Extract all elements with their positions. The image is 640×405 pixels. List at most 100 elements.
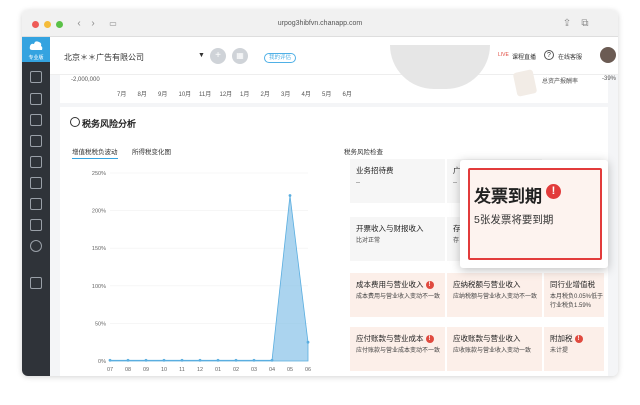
minimize-window-button[interactable] [44, 21, 51, 28]
tab-income-tax[interactable]: 所得税变化图 [132, 146, 171, 156]
x-tick-label: 09 [143, 367, 149, 373]
warning-icon: ! [425, 335, 434, 343]
data-point [126, 358, 130, 362]
tab-vat-fluctuation[interactable]: 增值税税负波动 [72, 146, 118, 159]
y-tick-label: 50% [95, 321, 106, 327]
top-bar: 北京＊＊广告有限公司 ▼ + ▦ 我的评估 LIVE 课程直播 ? 在线客服 张… [50, 37, 618, 75]
donut-chart-fragment [390, 45, 490, 89]
browser-window: ‹ › ▭ urpog3hibfvn.chanapp.com ⇪ ⧉ 专业版 北… [22, 10, 618, 376]
top-chart-month-label: 11月 [199, 92, 212, 98]
add-icon[interactable]: + [210, 48, 226, 64]
risk-tile-desc: 存 [453, 238, 460, 244]
forward-icon[interactable]: › [86, 18, 100, 30]
sidebar-calendar-icon[interactable] [30, 177, 42, 189]
back-icon[interactable]: ‹ [72, 18, 86, 30]
risk-tile-title: 开票收入与财报收入 [356, 223, 424, 234]
data-point [234, 358, 238, 362]
warning-icon: ! [425, 281, 434, 289]
risk-tile-title-text: 附加税 [550, 334, 573, 343]
top-chart-y-label: -2,000,000 [71, 77, 100, 83]
risk-tile[interactable]: 附加税! 未计提 [544, 327, 604, 371]
risk-tile[interactable]: 成本费用与营业收入! 成本费用与营业收入变动不一致 [350, 273, 445, 317]
area-series [109, 195, 309, 362]
risk-tile-title-text: 应收账款与营业收入 [453, 334, 521, 343]
clock-icon [70, 117, 80, 127]
top-chart-month-label: 4月 [301, 92, 311, 98]
sidebar-toggle-icon[interactable]: ▭ [106, 18, 120, 30]
risk-tile-title: 应纳税额与营业收入 [453, 279, 521, 290]
data-point [270, 358, 274, 362]
risk-tile-desc: 应付账款与营业成本变动不一致 [356, 348, 441, 354]
x-tick-label: 02 [233, 367, 239, 373]
share-icon[interactable]: ⇪ [560, 18, 574, 30]
data-point [162, 358, 166, 362]
y-tick-label: 0% [98, 359, 106, 365]
right-metric-label: 总资产报酬率 [542, 79, 579, 85]
risk-tile-title: 附加税! [550, 333, 583, 344]
invoice-expiry-popup[interactable]: 发票到期 ! 5张发票将要到期 [460, 160, 608, 268]
live-course-link[interactable]: 课程直播 [512, 52, 536, 61]
sidebar-upload-icon[interactable] [30, 93, 42, 105]
risk-tile-title-text: 开票收入与财报收入 [356, 224, 424, 233]
sidebar-doc-icon[interactable] [30, 71, 42, 83]
tabs-icon[interactable]: ⧉ [578, 18, 592, 30]
warning-icon: ! [546, 184, 561, 199]
live-icon: LIVE [498, 52, 509, 58]
address-bar[interactable]: urpog3hibfvn.chanapp.com [266, 17, 374, 30]
avatar[interactable] [600, 47, 616, 63]
risk-tile[interactable]: 应纳税额与营业收入应纳税额与营业收入变动不一致 [447, 273, 542, 317]
online-service-link[interactable]: 在线客服 [558, 52, 582, 61]
data-point [306, 340, 310, 344]
risk-tile-title-text: 同行业增值税 [550, 280, 595, 289]
risk-tile[interactable]: 业务招待费 -- [350, 159, 445, 203]
help-icon[interactable]: ? [544, 50, 554, 60]
data-point [216, 358, 220, 362]
risk-tile-desc: 应纳税额与营业收入变动不一致 [453, 294, 538, 300]
browser-titlebar: ‹ › ▭ urpog3hibfvn.chanapp.com ⇪ ⧉ [22, 10, 618, 37]
company-selector[interactable]: 北京＊＊广告有限公司 [64, 52, 144, 63]
sidebar-chart-icon[interactable] [30, 114, 42, 126]
top-chart-month-label: 2月 [260, 92, 270, 98]
risk-tile-title-text: 成本费用与营业收入 [356, 280, 424, 289]
app-logo[interactable]: 专业版 [22, 37, 50, 62]
top-chart-month-label: 6月 [342, 92, 352, 98]
sidebar-image-icon[interactable] [30, 219, 42, 231]
risk-tile-desc: 未计提 [550, 348, 569, 354]
risk-tile-desc: 本月税负0.05%低于行业税负1.59% [550, 294, 604, 309]
top-chart-month-label: 12月 [219, 92, 233, 98]
y-tick-label: 250% [92, 171, 106, 177]
sidebar-stamp-icon[interactable] [30, 198, 42, 210]
risk-tile[interactable]: 应付账款与营业成本! 应付账款与营业成本变动不一致 [350, 327, 445, 371]
x-tick-label: 11 [179, 367, 185, 373]
x-tick-label: 04 [269, 367, 275, 373]
popup-title: 发票到期 [474, 187, 542, 206]
data-point [288, 194, 292, 197]
risk-check-title: 税务风险检查 [344, 149, 383, 156]
data-point [144, 358, 148, 362]
apps-icon[interactable]: ▦ [232, 48, 248, 64]
sidebar-file-icon[interactable] [30, 156, 42, 168]
maximize-window-button[interactable] [56, 21, 63, 28]
x-tick-label: 10 [161, 367, 167, 373]
x-tick-label: 05 [287, 367, 293, 373]
risk-tile[interactable]: 应收账款与营业收入 应收账款与营业收入变动一致 [447, 327, 542, 371]
x-tick-label: 01 [215, 367, 221, 373]
risk-tile-title-text: 业务招待费 [356, 166, 394, 175]
x-tick-label: 08 [125, 367, 131, 373]
assessment-pill[interactable]: 我的评估 [264, 53, 297, 63]
close-window-button[interactable] [32, 21, 39, 28]
risk-tile-title-text: 应纳税额与营业收入 [453, 280, 521, 289]
risk-tile-title: 成本费用与营业收入! [356, 279, 434, 290]
top-chart-month-label: 5月 [322, 92, 332, 98]
sidebar-report-icon[interactable] [30, 135, 42, 147]
risk-tile-desc: -- [356, 180, 360, 186]
data-point [252, 358, 256, 362]
chevron-down-icon[interactable]: ▼ [198, 52, 205, 59]
risk-tile-desc: 成本费用与营业收入变动不一致 [356, 294, 441, 300]
data-point [108, 358, 112, 362]
risk-tile[interactable]: 同行业增值税本月税负0.05%低于行业税负1.59% [544, 273, 604, 317]
risk-tile-desc: -- [453, 180, 457, 186]
risk-tile[interactable]: 开票收入与财报收入 比对正常 [350, 217, 445, 261]
sidebar-shop-icon[interactable] [30, 277, 42, 289]
sidebar-settings-icon[interactable] [30, 240, 42, 252]
